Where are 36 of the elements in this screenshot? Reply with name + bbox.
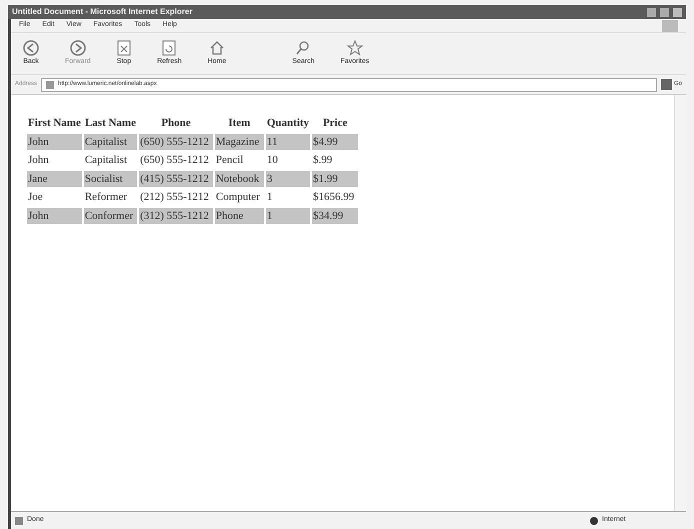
maximize-button[interactable] — [660, 8, 669, 16]
table-cell: 3 — [266, 170, 310, 187]
refresh-page-icon — [162, 40, 176, 56]
page-icon — [15, 516, 23, 524]
column-header: Last Name — [84, 116, 137, 131]
minimize-button[interactable] — [647, 8, 656, 16]
table-cell: Capitalist — [84, 134, 138, 150]
table-cell: $1.99 — [312, 170, 358, 187]
table-cell: (415) 555-1212 — [139, 170, 213, 187]
table-cell: Notebook — [214, 170, 264, 187]
search-icon — [295, 40, 312, 56]
column-header: First Name — [27, 116, 82, 131]
table-cell: John — [27, 208, 82, 224]
globe-icon — [590, 516, 598, 524]
table-cell: Jane — [27, 170, 82, 187]
table-cell: $34.99 — [312, 208, 358, 224]
page-icon — [46, 80, 54, 88]
table-cell: John — [27, 134, 82, 150]
table-cell: $4.99 — [312, 134, 358, 150]
window-title: Untitled Document - Microsoft Internet Explorer — [12, 6, 192, 18]
column-header: Phone — [160, 116, 192, 131]
column-header: Item — [227, 116, 252, 131]
star-icon — [346, 40, 363, 56]
table-cell: Socialist — [84, 170, 138, 187]
column-header: Price — [322, 116, 348, 131]
table-cell: Conformer — [84, 208, 138, 224]
stop-page-icon — [116, 40, 131, 56]
table-cell: (312) 555-1212 — [139, 208, 213, 224]
table-cell: Magazine — [214, 134, 264, 150]
table-cell: Phone — [214, 208, 264, 224]
house-icon — [208, 40, 225, 56]
close-button[interactable] — [673, 8, 682, 16]
table-cell: (650) 555-1212 — [139, 134, 213, 150]
column-header: Quantity — [266, 116, 310, 131]
table-cell: 1 — [266, 208, 310, 224]
table-cell: 11 — [266, 134, 310, 150]
